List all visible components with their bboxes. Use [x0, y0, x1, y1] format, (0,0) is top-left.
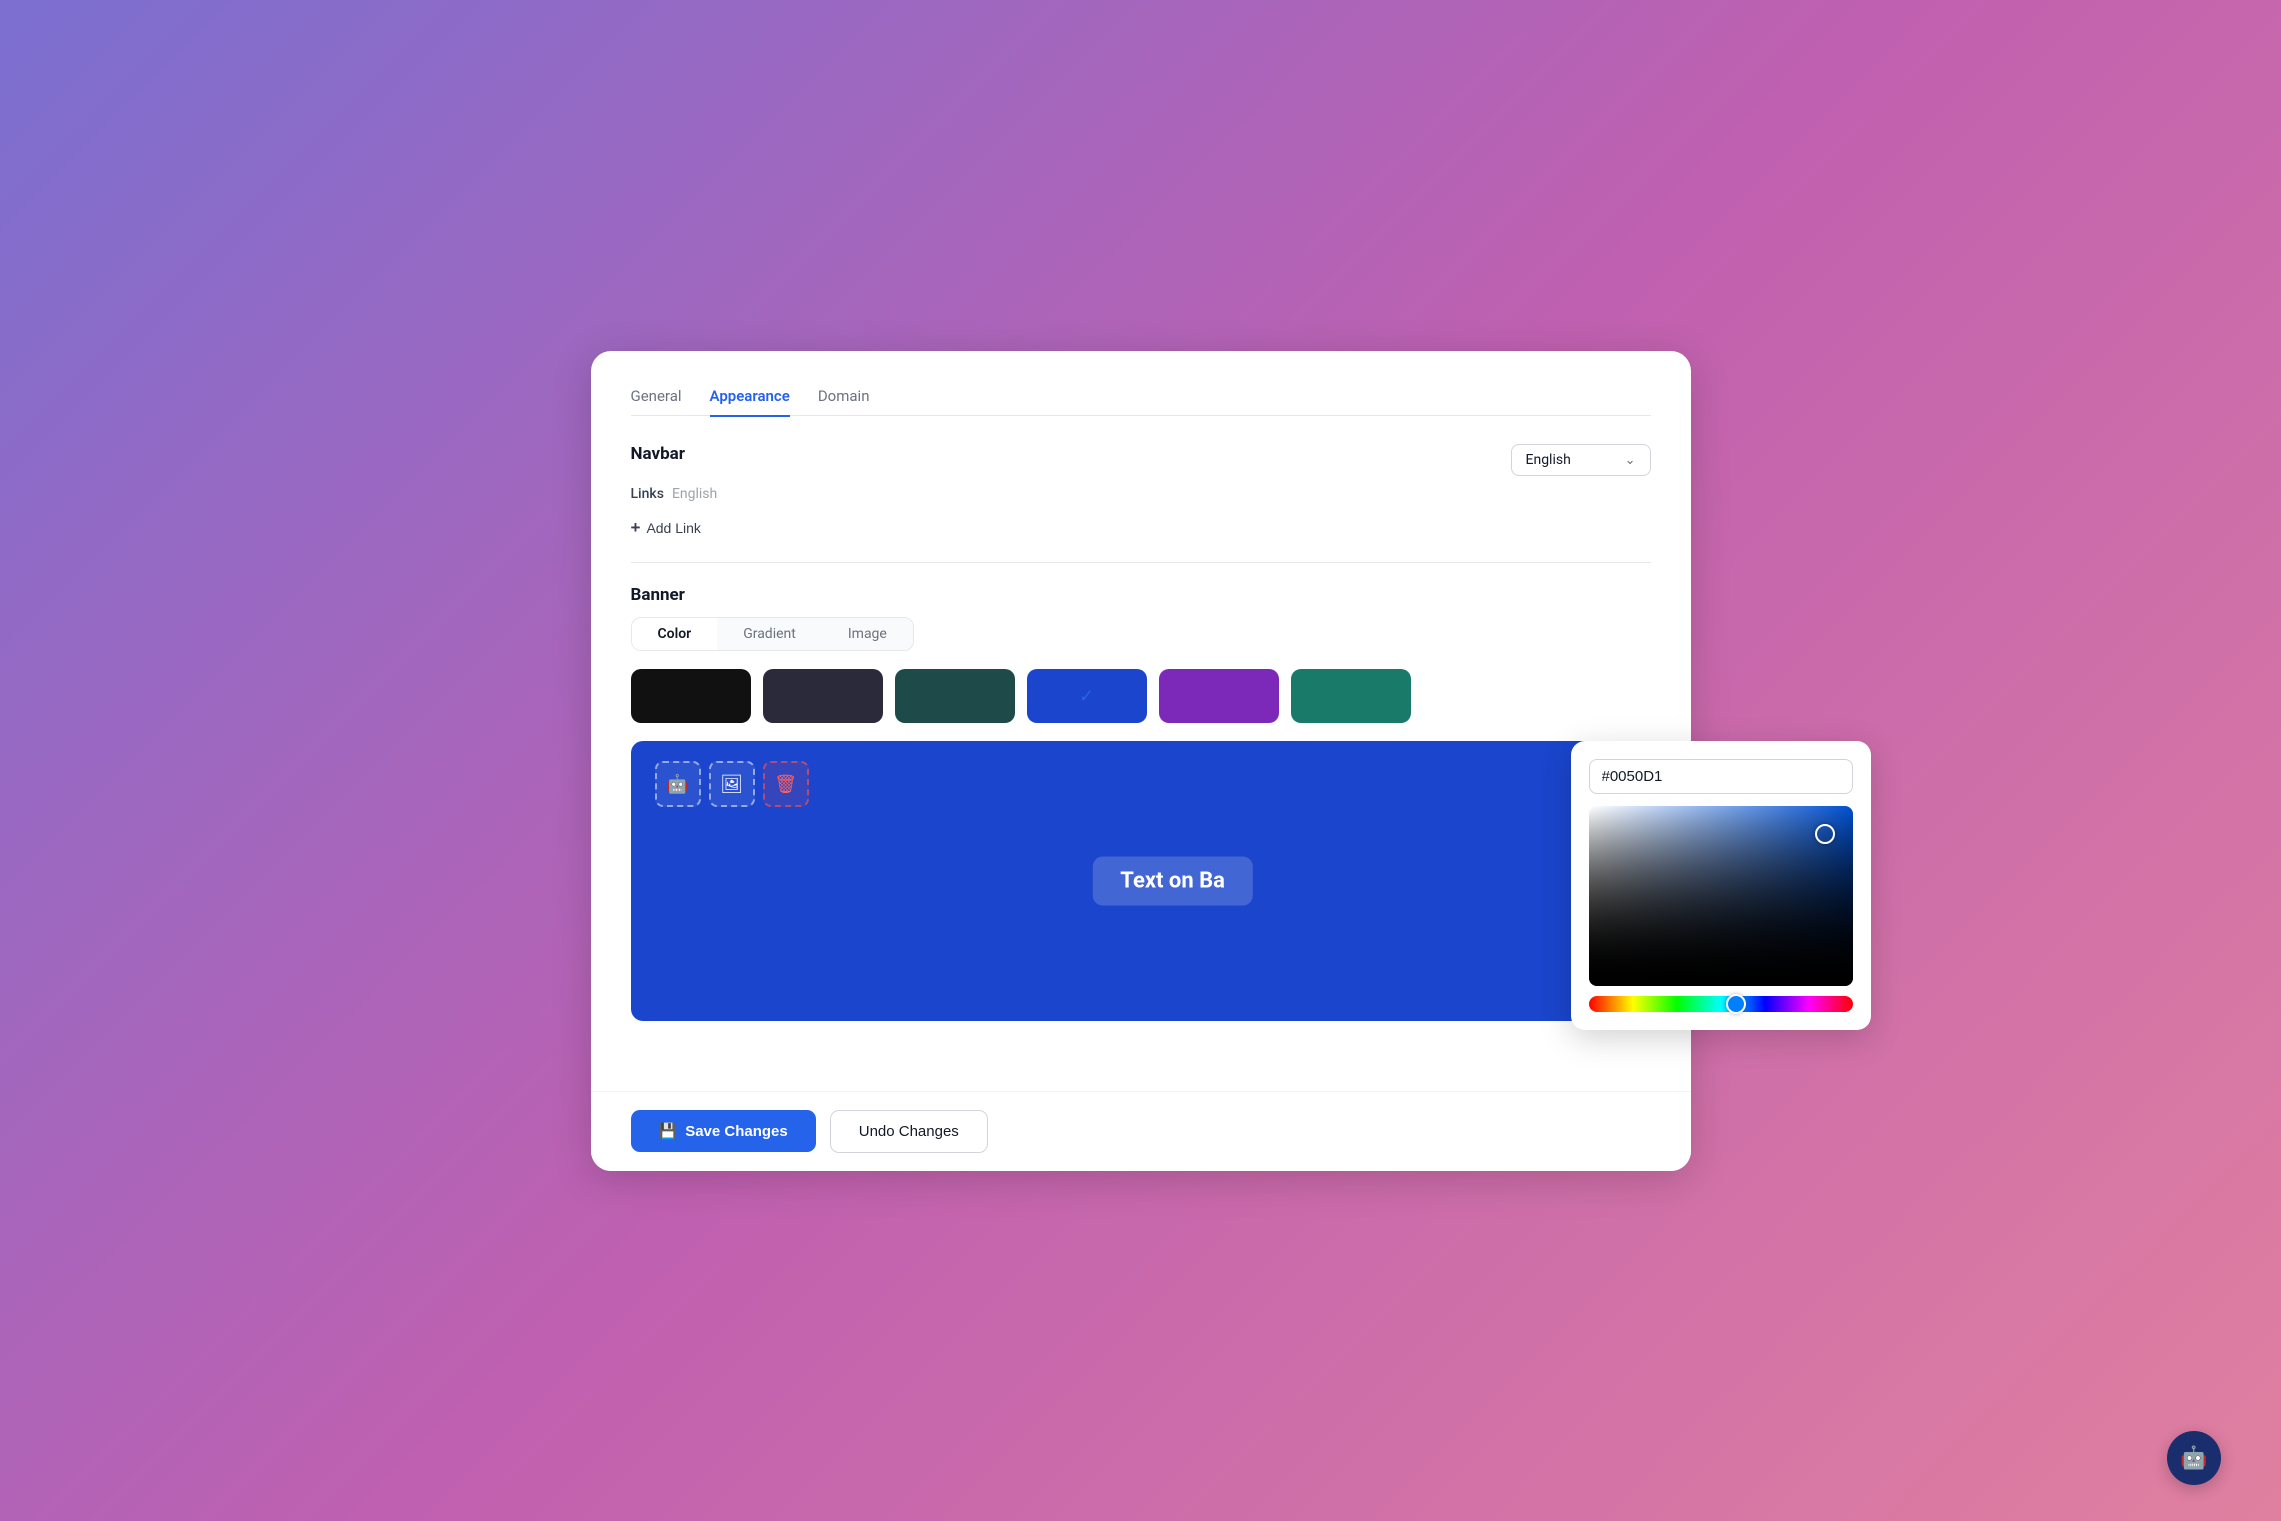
banner-image-icon-button[interactable]: 🖼 [709, 761, 755, 807]
add-link-button[interactable]: + Add Link [631, 516, 701, 540]
swatch-purple[interactable] [1159, 669, 1279, 723]
tab-domain[interactable]: Domain [818, 387, 870, 417]
swatch-blue[interactable]: ✓ [1027, 669, 1147, 723]
settings-card: General Appearance Domain Navbar English… [591, 351, 1691, 1171]
language-select-value: English [1526, 452, 1571, 468]
section-divider [631, 562, 1651, 563]
banner-robot-icon-button[interactable]: 🤖 [655, 761, 701, 807]
image-icon: 🖼 [720, 774, 743, 795]
banner-preview: 🤖 🖼 🗑 Text on Ba ✒ [631, 741, 1651, 1021]
banner-tab-image[interactable]: Image [822, 618, 913, 650]
robot-fab-button[interactable]: 🤖 [2167, 1431, 2221, 1485]
banner-text-overlay: Text on Ba [1092, 857, 1253, 906]
color-picker-handle[interactable] [1815, 824, 1835, 844]
banner-icon-buttons: 🤖 🖼 🗑 [655, 761, 809, 807]
tab-appearance[interactable]: Appearance [710, 387, 790, 417]
swatch-teal[interactable] [895, 669, 1015, 723]
swatch-check-icon: ✓ [1079, 686, 1094, 707]
language-select[interactable]: English ⌄ [1511, 444, 1651, 476]
robot-icon: 🤖 [666, 774, 688, 795]
spectrum-handle[interactable] [1726, 994, 1746, 1014]
navbar-section-header: Navbar English ⌄ [631, 444, 1651, 476]
banner-tabs: Color Gradient Image [631, 617, 914, 651]
undo-changes-button[interactable]: Undo Changes [830, 1110, 988, 1153]
color-spectrum-bar[interactable] [1589, 996, 1853, 1012]
chevron-down-icon: ⌄ [1625, 453, 1636, 468]
robot-fab-icon: 🤖 [2180, 1445, 2207, 1471]
links-lang: English [672, 486, 717, 502]
bottom-bar: 💾 Save Changes Undo Changes [591, 1091, 1691, 1171]
tabs-bar: General Appearance Domain [631, 387, 1651, 417]
swatch-dark[interactable] [763, 669, 883, 723]
navbar-title: Navbar [631, 444, 685, 464]
banner-title: Banner [631, 585, 1651, 605]
banner-delete-button[interactable]: 🗑 [763, 761, 809, 807]
save-changes-button[interactable]: 💾 Save Changes [631, 1110, 816, 1152]
links-label: Links [631, 486, 664, 502]
swatch-green[interactable] [1291, 669, 1411, 723]
trash-icon: 🗑 [774, 774, 797, 795]
banner-tab-color[interactable]: Color [632, 618, 718, 650]
plus-icon: + [631, 518, 641, 538]
banner-tab-gradient[interactable]: Gradient [717, 618, 822, 650]
color-picker-popup [1571, 741, 1871, 1030]
links-row: Links English [631, 486, 1651, 502]
swatch-black[interactable] [631, 669, 751, 723]
save-label: Save Changes [685, 1123, 788, 1140]
color-gradient-box[interactable] [1589, 806, 1853, 986]
add-link-label: Add Link [646, 520, 700, 536]
color-hex-input[interactable] [1589, 759, 1853, 794]
banner-preview-text: Text on Ba [1120, 869, 1225, 894]
tab-general[interactable]: General [631, 387, 682, 417]
save-icon: 💾 [659, 1122, 678, 1140]
color-swatches: ✓ [631, 669, 1651, 723]
